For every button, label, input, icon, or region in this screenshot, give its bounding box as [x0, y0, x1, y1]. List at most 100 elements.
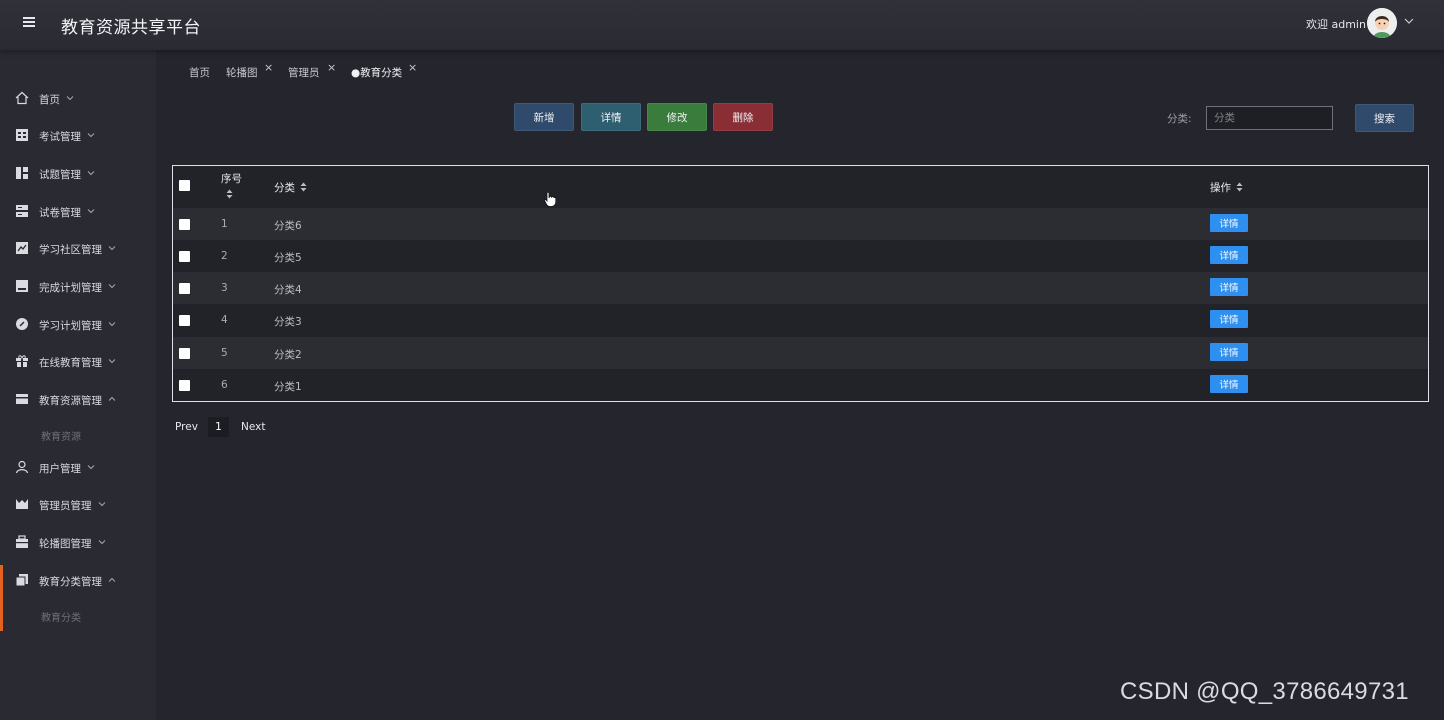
sidebar-item-label: 轮播图管理 [39, 538, 92, 550]
tab-admin[interactable]: 管理员 [282, 62, 326, 83]
sidebar-item-label: 用户管理 [39, 463, 81, 475]
sidebar-item-label: 试题管理 [39, 169, 81, 181]
pager-prev[interactable]: Prev [175, 421, 198, 433]
sidebar-item-resources[interactable]: 教育资源管理 [0, 385, 156, 415]
chevron-down-icon[interactable] [1403, 15, 1415, 27]
tab-carousel[interactable]: 轮播图 [220, 62, 264, 83]
sidebar-item-label: 完成计划管理 [39, 282, 102, 294]
sidebar: 首页 考试管理 试题管理 试卷管理 学习社区管理 完成计划管理 学习计划管理 在… [0, 50, 156, 720]
sidebar-item-admins[interactable]: 管理员管理 [0, 490, 156, 520]
column-header-label: 序号 [221, 173, 242, 185]
row-checkbox[interactable] [179, 283, 190, 294]
sidebar-item-community[interactable]: 学习社区管理 [0, 234, 156, 264]
cell-category: 分类6 [274, 220, 302, 232]
row-checkbox[interactable] [179, 219, 190, 230]
cell-category: 分类5 [274, 252, 302, 264]
sidebar-item-online-education[interactable]: 在线教育管理 [0, 347, 156, 377]
column-header-category[interactable]: 分类 [274, 180, 307, 195]
exam-icon [16, 129, 28, 141]
cell-num: 5 [221, 347, 228, 359]
sidebar-item-carousel[interactable]: 轮播图管理 [0, 528, 156, 558]
chevron-down-icon [98, 502, 105, 507]
table-row: 6 分类1 详情 [173, 369, 1428, 401]
gift-icon [16, 355, 28, 367]
table-row: 5 分类2 详情 [173, 337, 1428, 369]
search-button[interactable]: 搜索 [1355, 104, 1414, 132]
row-detail-button[interactable]: 详情 [1210, 278, 1248, 296]
sidebar-item-questions[interactable]: 试题管理 [0, 159, 156, 189]
sort-icon[interactable] [1236, 182, 1243, 192]
cell-num: 1 [221, 218, 228, 230]
tab-categories[interactable]: ●教育分类 [345, 62, 408, 83]
row-detail-button[interactable]: 详情 [1210, 246, 1248, 264]
cell-num: 3 [221, 282, 228, 294]
chevron-up-icon [108, 577, 116, 582]
delete-button[interactable]: 删除 [713, 103, 773, 131]
sidebar-subitem-resources[interactable]: 教育资源 [41, 428, 81, 443]
column-header-label: 分类 [274, 182, 295, 194]
sidebar-item-label: 学习社区管理 [39, 244, 102, 256]
detail-button[interactable]: 详情 [581, 103, 641, 131]
row-checkbox[interactable] [179, 348, 190, 359]
pager-next[interactable]: Next [241, 421, 265, 433]
chevron-down-icon [108, 246, 116, 251]
hand-cursor-icon [544, 192, 556, 207]
sort-icon[interactable] [226, 189, 233, 199]
chevron-down-icon [87, 465, 95, 470]
hamburger-menu-icon[interactable] [21, 14, 39, 32]
category-filter-input[interactable] [1206, 106, 1333, 130]
row-detail-button[interactable]: 详情 [1210, 214, 1248, 232]
sidebar-item-label: 教育分类管理 [39, 576, 102, 588]
close-icon[interactable]: × [327, 61, 336, 74]
row-detail-button[interactable]: 详情 [1210, 310, 1248, 328]
pager-current-page[interactable]: 1 [208, 417, 229, 437]
sidebar-item-label: 教育资源管理 [39, 395, 102, 407]
sort-icon[interactable] [300, 182, 307, 192]
sidebar-item-home[interactable]: 首页 [0, 84, 156, 114]
tab-home[interactable]: 首页 [183, 62, 216, 83]
select-all-checkbox[interactable] [179, 180, 190, 191]
user-icon [15, 460, 29, 474]
cell-num: 2 [221, 250, 228, 262]
category-filter-label: 分类: [1167, 113, 1192, 125]
sidebar-subitem-categories[interactable]: 教育分类 [41, 609, 81, 624]
admin-icon [16, 499, 28, 509]
row-checkbox[interactable] [179, 380, 190, 391]
sidebar-item-study-plan[interactable]: 学习计划管理 [0, 310, 156, 340]
cell-category: 分类3 [274, 316, 302, 328]
row-checkbox[interactable] [179, 315, 190, 326]
study-plan-icon [16, 318, 28, 330]
table-header: 序号 分类 操作 [173, 166, 1428, 208]
row-detail-button[interactable]: 详情 [1210, 375, 1248, 393]
edit-button[interactable]: 修改 [647, 103, 707, 131]
sidebar-item-label: 管理员管理 [39, 500, 92, 512]
column-header-label: 操作 [1210, 182, 1231, 194]
avatar[interactable] [1367, 8, 1397, 38]
chevron-down-icon [108, 322, 116, 327]
sidebar-item-categories[interactable]: 教育分类管理 [0, 566, 156, 596]
close-icon[interactable]: × [264, 61, 273, 74]
sidebar-item-exam[interactable]: 考试管理 [0, 121, 156, 151]
top-bar: 教育资源共享平台 欢迎 admin [0, 0, 1444, 50]
sidebar-item-label: 试卷管理 [39, 207, 81, 219]
row-checkbox[interactable] [179, 251, 190, 262]
column-header-action[interactable]: 操作 [1210, 180, 1243, 195]
chevron-down-icon [66, 96, 74, 101]
community-icon [16, 242, 28, 254]
sidebar-item-label: 首页 [39, 94, 60, 106]
cell-category: 分类2 [274, 349, 302, 361]
avatar-face-icon [1367, 8, 1397, 38]
carousel-icon [16, 535, 28, 548]
close-icon[interactable]: × [408, 61, 417, 74]
row-detail-button[interactable]: 详情 [1210, 343, 1248, 361]
add-button[interactable]: 新增 [514, 103, 574, 131]
sidebar-item-plan-done[interactable]: 完成计划管理 [0, 272, 156, 302]
sidebar-item-papers[interactable]: 试卷管理 [0, 197, 156, 227]
chevron-down-icon [108, 284, 116, 289]
plan-done-icon [16, 280, 28, 292]
column-header-num[interactable]: 序号 [221, 171, 242, 201]
category-table: 序号 分类 操作 1 分类6 详情 2 分类5 详情 3 分类4 详情 4 分类… [172, 165, 1429, 402]
table-row: 2 分类5 详情 [173, 240, 1428, 272]
sidebar-item-users[interactable]: 用户管理 [0, 453, 156, 483]
paper-icon [16, 205, 28, 217]
